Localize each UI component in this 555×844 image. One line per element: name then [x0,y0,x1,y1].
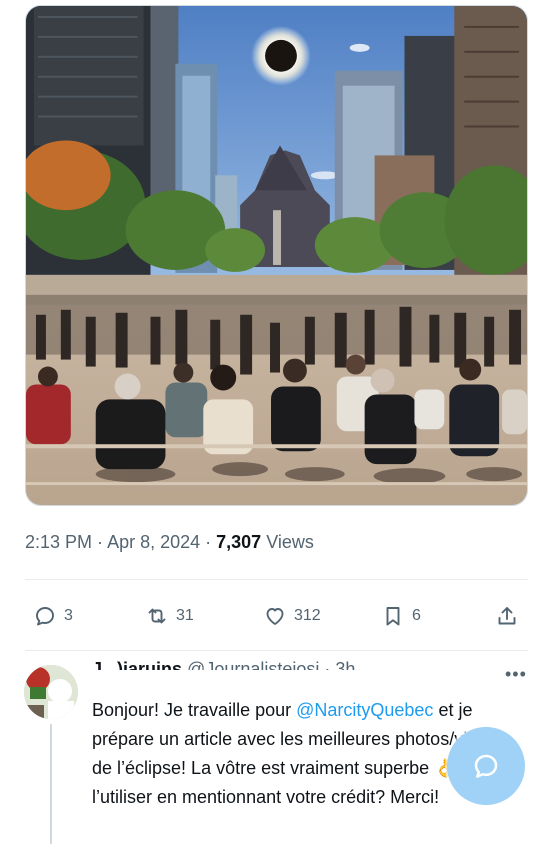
reply-text-part: Bonjour! Je travaille pour [92,700,297,720]
eclipse-crowd-photo [26,6,527,505]
thread-line [50,724,52,844]
like-count: 312 [294,607,321,624]
repost-count: 31 [176,607,194,624]
heart-icon [266,608,284,625]
avatar[interactable] [24,665,78,719]
reply-icon [36,607,54,626]
views-count[interactable]: 7,307 [216,532,261,552]
more-icon[interactable]: ••• [505,665,527,683]
post-image[interactable] [25,5,528,506]
mention-link[interactable]: @NarcityQuebec [296,700,433,720]
reply-author-name[interactable]: J , )jaruins [92,659,182,670]
reply-author-handle[interactable]: @Journalistejosi · 3h [187,659,355,670]
bookmark-button[interactable]: 6 [381,596,421,636]
views-label: Views [266,532,314,552]
repost-button[interactable]: 31 [145,596,194,636]
meta-separator: · [92,532,108,552]
post-time: 2:13 PM [25,532,93,552]
divider [25,579,528,580]
repost-icon [148,608,166,624]
action-bar: 3 31 312 6 [25,596,528,636]
reply-header: J , )jaruins @Journalistejosi · 3h [92,654,355,670]
bookmark-count: 6 [412,607,421,624]
post-meta: 2:13 PM · Apr 8, 2024 · 7,307 Views [25,532,314,553]
post-date: Apr 8, 2024 [107,532,201,552]
reply-count: 3 [64,607,73,624]
meta-separator: · [200,532,217,552]
compose-reply-button[interactable] [447,727,525,805]
share-button[interactable] [495,596,519,636]
bookmark-icon [386,607,400,626]
reply-button[interactable]: 3 [33,596,73,636]
compose-reply-icon [474,754,498,778]
share-icon [498,607,516,625]
like-button[interactable]: 312 [263,596,321,636]
